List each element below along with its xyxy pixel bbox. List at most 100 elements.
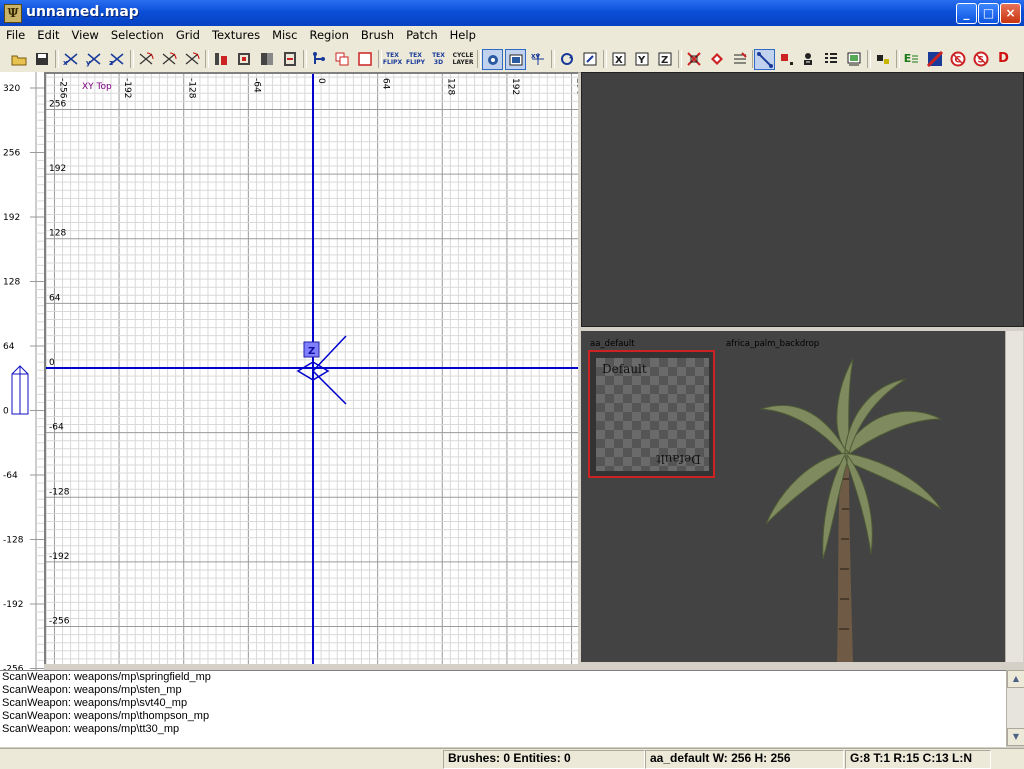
region-icon[interactable]	[873, 49, 892, 68]
maximize-button[interactable]: □	[978, 3, 999, 24]
csg-hollow-icon[interactable]	[234, 49, 253, 68]
entity-list-icon[interactable]	[821, 49, 840, 68]
show-entities-icon[interactable]	[798, 49, 817, 68]
toolbar-separator	[130, 50, 134, 68]
patch-tess-icon[interactable]	[707, 49, 726, 68]
xy-view-icon[interactable]: xy	[528, 49, 547, 68]
cycle-layer-button[interactable]: CYCLE LAYER	[452, 49, 474, 68]
menu-selection[interactable]: Selection	[105, 26, 170, 44]
status-grid: G:8 T:1 R:15 C:13 L:N	[845, 750, 991, 769]
menu-view[interactable]: View	[66, 26, 105, 44]
toolbar-separator	[603, 50, 607, 68]
rotate-z-icon[interactable]	[182, 49, 201, 68]
camera-view-icon[interactable]	[482, 49, 503, 70]
toolbar-separator	[205, 50, 209, 68]
menu-brush[interactable]: Brush	[355, 26, 400, 44]
view-label: XY Top	[82, 82, 112, 92]
entity-editor-icon[interactable]: E	[902, 49, 921, 68]
clone-icon[interactable]	[332, 49, 351, 68]
flip-y-icon[interactable]: y	[84, 49, 103, 68]
rotate-x-icon[interactable]	[136, 49, 155, 68]
y-tick-label: 0	[49, 358, 55, 368]
menu-edit[interactable]: Edit	[31, 26, 65, 44]
x-tick-label: 128	[445, 78, 455, 95]
menu-file[interactable]: File	[0, 26, 31, 44]
tex-3d-button[interactable]: TEX 3D	[429, 49, 448, 68]
no-sound-icon[interactable]: S	[971, 49, 990, 68]
menu-region[interactable]: Region	[304, 26, 355, 44]
window-title: unnamed.map	[26, 4, 139, 20]
view-y-icon[interactable]: Y	[632, 49, 651, 68]
menu-bar: File Edit View Selection Grid Textures Misc Reg…	[0, 26, 1024, 46]
cube-clip-icon[interactable]	[580, 49, 599, 68]
flip-x-icon[interactable]: x	[61, 49, 80, 68]
csg-subtract-icon[interactable]	[211, 49, 230, 68]
flip-z-icon[interactable]: z	[107, 49, 126, 68]
filter-patches-icon[interactable]	[684, 49, 703, 68]
svg-text:z: z	[109, 59, 113, 67]
close-button[interactable]: ×	[1000, 3, 1021, 24]
texture-palm-tree[interactable]	[741, 349, 961, 662]
toolbar-separator	[55, 50, 59, 68]
console-log: ScanWeapon: weapons/mp\springfield_mp Sc…	[0, 670, 1006, 747]
rotate-y-icon[interactable]	[159, 49, 178, 68]
change-view-icon[interactable]	[557, 49, 576, 68]
detail-icon[interactable]: D	[994, 49, 1013, 68]
y-tick-label: 128	[49, 229, 66, 239]
menu-help[interactable]: Help	[444, 26, 482, 44]
svg-text:xy: xy	[531, 52, 541, 60]
menu-grid[interactable]: Grid	[170, 26, 206, 44]
menu-patch[interactable]: Patch	[400, 26, 444, 44]
y-tick-label: -64	[49, 423, 64, 433]
toolbar-separator	[896, 50, 900, 68]
svg-text:y: y	[86, 59, 91, 67]
tex-flipy-button[interactable]: TEX FLIPY	[406, 49, 425, 68]
app-icon[interactable]: Ψ	[4, 4, 22, 23]
clipper-icon[interactable]	[280, 49, 299, 68]
scroll-down-button[interactable]: ▼	[1007, 728, 1024, 746]
surface-inspector-icon[interactable]	[844, 49, 863, 68]
view-x-icon[interactable]: X	[609, 49, 628, 68]
menu-misc[interactable]: Misc	[266, 26, 303, 44]
menu-textures[interactable]: Textures	[206, 26, 266, 44]
texture-name-africa-palm: africa_palm_backdrop	[726, 339, 820, 349]
z-view-ruler: 320256192128640-64-128-192-256	[0, 72, 44, 670]
select-face-icon[interactable]	[777, 49, 796, 68]
texture-lock-icon[interactable]	[925, 49, 944, 68]
save-icon[interactable]	[32, 49, 51, 68]
minimize-button[interactable]: _	[956, 3, 977, 24]
open-icon[interactable]	[9, 49, 28, 68]
x-tick-label: 64	[381, 78, 391, 90]
toolbar-separator	[477, 50, 481, 68]
xy-top-view[interactable]: -256 -192 -128 -64 0 64 128 192 256 256 192 128 64 0 -…	[44, 72, 578, 664]
patch-bend-icon[interactable]	[730, 49, 749, 68]
console-line: ScanWeapon: weapons/mp\springfield_mp	[2, 671, 211, 683]
no-clip-icon[interactable]: C	[948, 49, 967, 68]
y-tick-label: -192	[49, 552, 69, 562]
status-counts: Brushes: 0 Entities: 0	[443, 750, 645, 769]
xy-grid: -256 -192 -128 -64 0 64 128 192 256 256 192 128 64 0 -…	[46, 74, 578, 664]
tex-flipx-button[interactable]: TEX FLIPX	[383, 49, 402, 68]
x-tick-label: -64	[251, 78, 261, 93]
console-scrollbar[interactable]: ▲ ▼	[1006, 670, 1024, 746]
view-z-icon[interactable]: Z	[655, 49, 674, 68]
texture-view-icon[interactable]	[505, 49, 526, 70]
status-bar: Brushes: 0 Entities: 0 aa_default W: 256…	[0, 748, 1024, 769]
toolbar-separator	[867, 50, 871, 68]
texture-browser[interactable]: aa_default africa_palm_backdrop Default …	[581, 331, 1005, 662]
texture-aa-default[interactable]: Default Default	[588, 350, 715, 478]
select-vertex-icon[interactable]	[754, 49, 775, 70]
toolbar-separator	[551, 50, 555, 68]
y-tick-label: -128	[49, 487, 70, 497]
camera-view[interactable]	[581, 72, 1024, 327]
toolbar-separator	[678, 50, 682, 68]
status-texture: aa_default W: 256 H: 256	[645, 750, 844, 769]
drag-vertex-icon[interactable]	[309, 49, 328, 68]
select-brush-icon[interactable]	[355, 49, 374, 68]
texture-default-text: Default	[602, 362, 647, 376]
csg-merge-icon[interactable]	[257, 49, 276, 68]
console-line: ScanWeapon: weapons/mp\thompson_mp	[2, 710, 210, 722]
texture-scrollbar[interactable]	[1005, 331, 1023, 662]
scroll-up-button[interactable]: ▲	[1007, 670, 1024, 688]
svg-text:x: x	[63, 59, 68, 67]
